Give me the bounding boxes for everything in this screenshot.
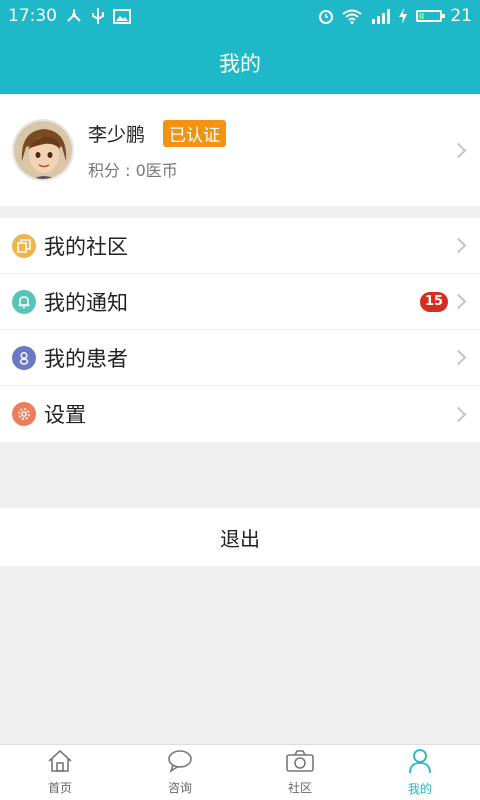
home-icon	[47, 749, 73, 777]
logout-label: 退出	[220, 526, 260, 551]
signal-icon	[370, 8, 391, 24]
tab-label: 社区	[287, 781, 312, 795]
tab-label: 首页	[47, 781, 72, 795]
battery-level: 21	[450, 6, 472, 26]
tab-community[interactable]: 社区	[240, 745, 360, 800]
menu-item-label: 我的患者	[44, 346, 128, 371]
title-bar: 我的	[0, 32, 480, 94]
points-text: 积分 : 0医币	[88, 160, 178, 180]
chevron-right-icon	[450, 142, 467, 158]
avatar	[12, 119, 74, 181]
image-icon	[113, 8, 131, 24]
status-time: 17:30	[8, 6, 57, 26]
tab-label: 咨询	[167, 781, 192, 795]
menu-item-notifications[interactable]: 我的通知 15	[0, 274, 480, 330]
wifi-icon	[342, 9, 362, 24]
battery-icon	[416, 10, 446, 22]
person-icon	[407, 748, 433, 778]
tab-mine[interactable]: 我的	[360, 745, 480, 800]
chevron-right-icon	[450, 293, 467, 310]
bottom-tab-bar: 首页 咨询 社区 我的	[0, 744, 480, 800]
menu-item-label: 设置	[44, 403, 86, 427]
chevron-right-icon	[450, 237, 467, 254]
menu-item-settings[interactable]: 设置	[0, 386, 480, 442]
menu-item-label: 我的通知	[44, 290, 128, 315]
charging-icon	[398, 8, 408, 24]
logout-button[interactable]: 退出	[0, 508, 480, 566]
camera-icon	[285, 749, 315, 777]
user-name: 李少鹏	[88, 123, 146, 146]
notification-count-badge: 15	[420, 291, 448, 312]
patient-icon	[12, 345, 36, 370]
profile-card[interactable]: 李少鹏 已认证 积分 : 0医币	[0, 94, 480, 206]
chevron-right-icon	[450, 406, 467, 422]
share-icon	[65, 8, 83, 24]
menu-list: 我的社区 我的通知 15 我的患者 设置	[0, 218, 480, 442]
menu-item-label: 我的社区	[44, 234, 128, 259]
bell-icon	[12, 289, 36, 314]
chevron-right-icon	[450, 349, 467, 366]
tab-consult[interactable]: 咨询	[120, 745, 240, 800]
usb-icon	[91, 7, 105, 25]
tab-label: 我的	[407, 782, 432, 796]
verified-badge: 已认证	[163, 119, 227, 147]
chat-icon	[167, 749, 193, 777]
alarm-icon	[318, 8, 334, 24]
gear-icon	[12, 402, 36, 426]
menu-item-community[interactable]: 我的社区	[0, 218, 480, 274]
page-title: 我的	[219, 52, 261, 76]
menu-item-patients[interactable]: 我的患者	[0, 330, 480, 386]
community-icon	[12, 233, 36, 258]
status-bar: 17:30 21	[0, 0, 480, 32]
tab-home[interactable]: 首页	[0, 745, 120, 800]
